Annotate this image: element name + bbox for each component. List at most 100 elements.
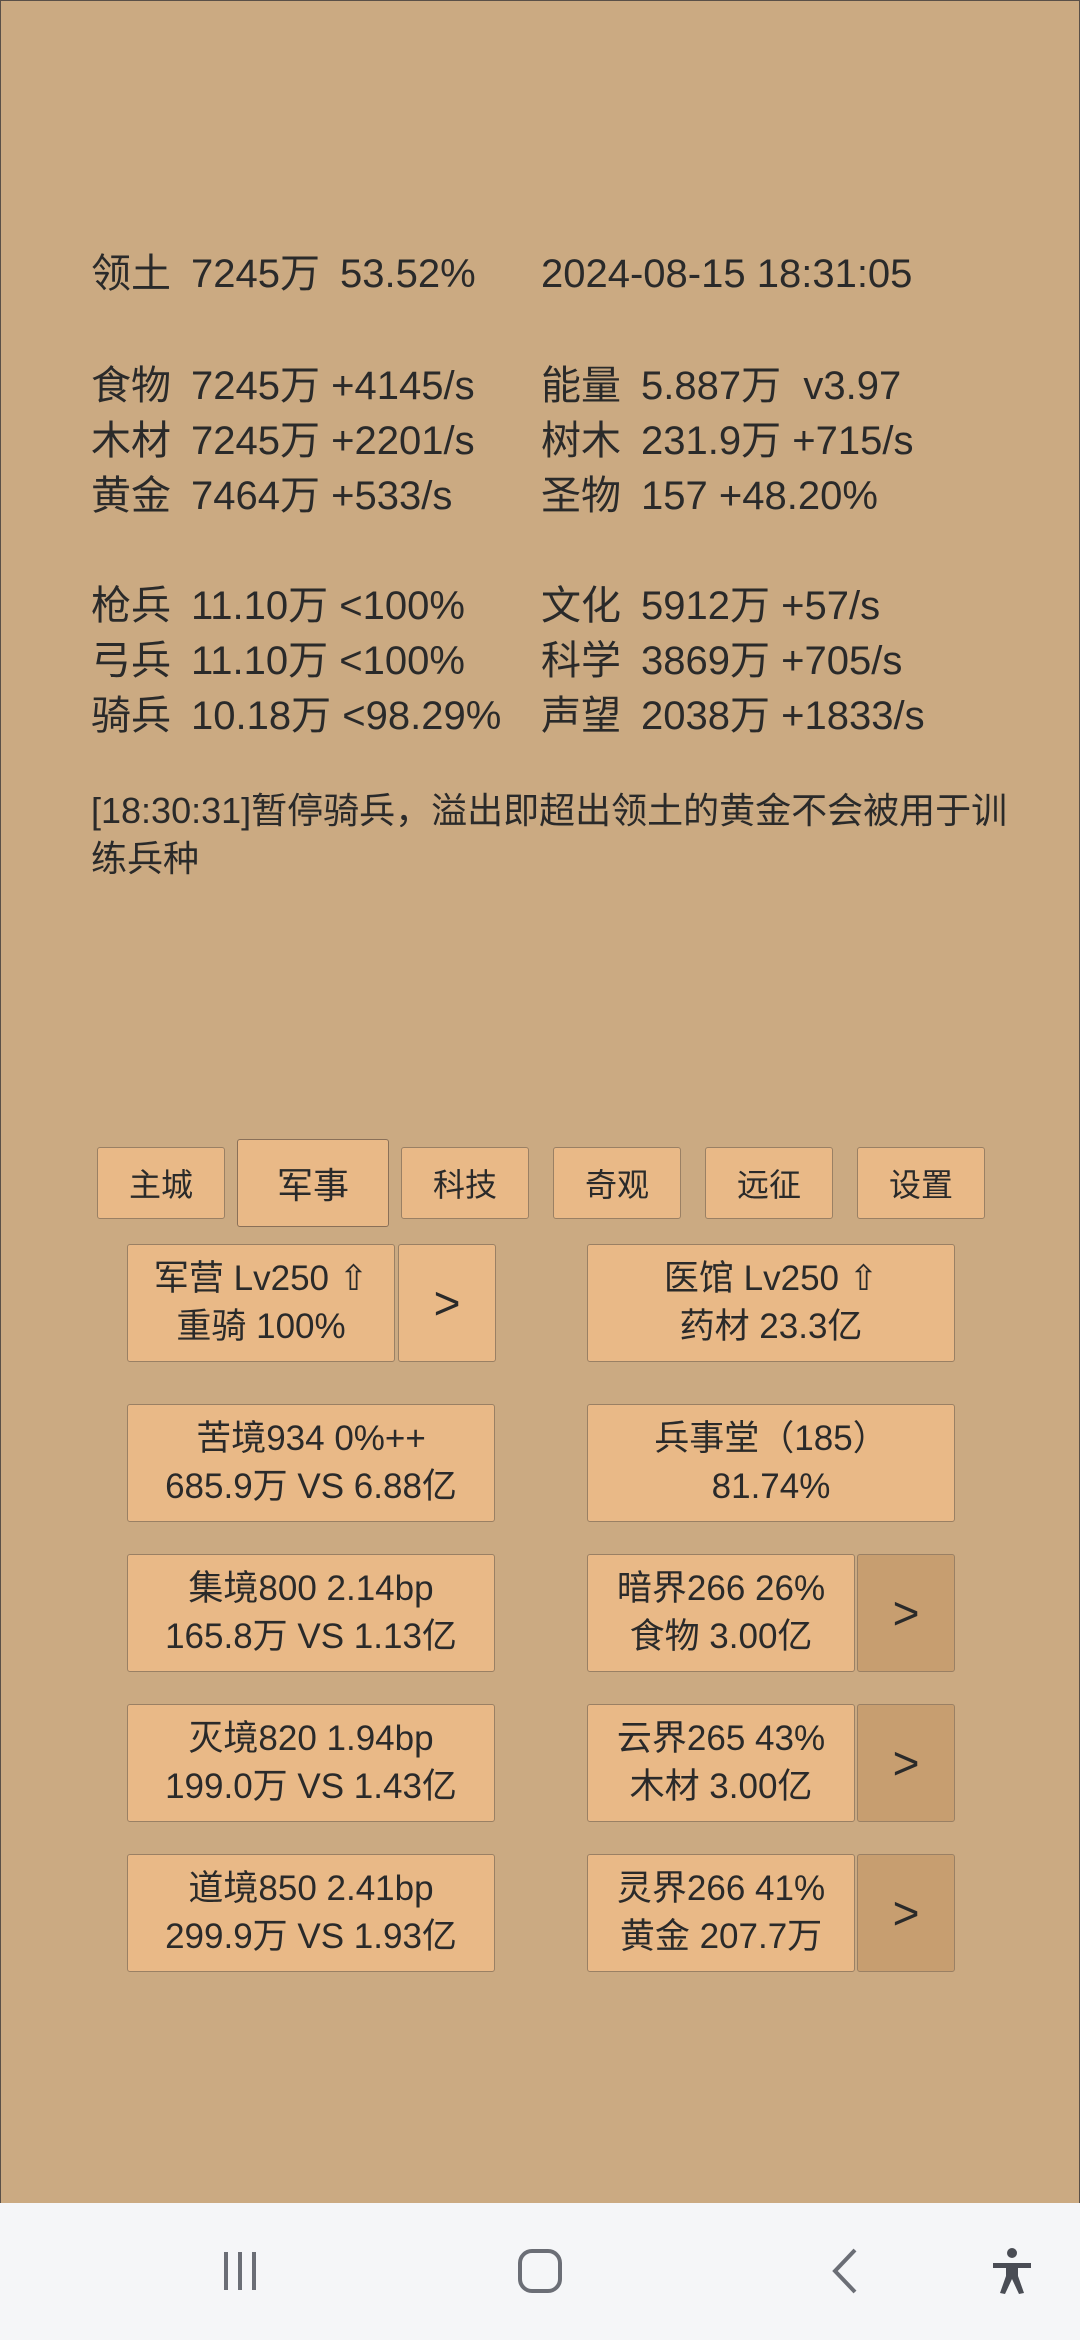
gather-realm-button[interactable]: 集境800 2.14bp 165.8万 VS 1.13亿 xyxy=(127,1554,495,1672)
barracks-button[interactable]: 军营 Lv250 ⇧ 重骑 100% xyxy=(127,1244,395,1362)
troop-value: 11.10万 xyxy=(191,639,329,683)
cloud-realm-button[interactable]: 云界265 43% 木材 3.00亿 xyxy=(587,1704,855,1822)
resource-value: 157 xyxy=(641,474,708,518)
stat-label: 科学 xyxy=(541,639,621,683)
tab-wonders[interactable]: 奇观 xyxy=(553,1147,681,1219)
stat-value: 2038万 xyxy=(641,694,770,738)
resource-value: 7464万 xyxy=(191,474,320,518)
barracks-arrow-button[interactable]: > xyxy=(398,1244,496,1362)
spirit-realm-arrow-button[interactable]: > xyxy=(857,1854,955,1972)
dark-realm-button[interactable]: 暗界266 26% 食物 3.00亿 xyxy=(587,1554,855,1672)
stat-value: 5912万 xyxy=(641,584,770,628)
troop-value: 11.10万 xyxy=(191,584,329,628)
stat-row-science: 科学 3869万 +705/s xyxy=(541,636,902,686)
gather-title: 集境800 2.14bp xyxy=(188,1569,434,1608)
hardship-realm-button[interactable]: 苦境934 0%++ 685.9万 VS 6.88亿 xyxy=(127,1404,495,1522)
stat-row-culture: 文化 5912万 +57/s xyxy=(541,581,880,631)
recents-icon[interactable] xyxy=(210,2241,270,2301)
military-hall-detail: 81.74% xyxy=(711,1467,831,1506)
troop-row-spearmen: 枪兵 11.10万 <100% xyxy=(91,581,465,631)
troop-rate: <100% xyxy=(339,584,465,628)
territory-value: 7245万 xyxy=(191,252,320,296)
cloud-realm-detail: 木材 3.00亿 xyxy=(629,1767,813,1806)
military-hall-title: 兵事堂（185） xyxy=(654,1419,888,1458)
tab-settings[interactable]: 设置 xyxy=(857,1147,985,1219)
troop-label: 弓兵 xyxy=(91,639,171,683)
accessibility-icon[interactable] xyxy=(982,2241,1042,2301)
resource-value: 7245万 xyxy=(191,364,320,408)
troop-label: 枪兵 xyxy=(91,584,171,628)
datetime: 2024-08-15 18:31:05 xyxy=(541,252,913,296)
hospital-button[interactable]: 医馆 Lv250 ⇧ 药材 23.3亿 xyxy=(587,1244,955,1362)
territory-label: 领土 xyxy=(91,252,171,296)
resource-row-energy: 能量 5.887万 v3.97 xyxy=(541,361,901,411)
resource-row-relics: 圣物 157 +48.20% xyxy=(541,471,878,521)
territory-row: 领土 7245万 53.52% xyxy=(91,249,476,299)
stat-rate: +705/s xyxy=(781,639,903,683)
stat-rate: +1833/s xyxy=(781,694,925,738)
resource-row-trees: 树木 231.9万 +715/s xyxy=(541,416,913,466)
resource-rate: +48.20% xyxy=(718,474,878,518)
resource-row-food: 食物 7245万 +4145/s xyxy=(91,361,475,411)
spirit-realm-detail: 黄金 207.7万 xyxy=(619,1917,823,1956)
resource-label: 木材 xyxy=(91,419,171,463)
tab-military[interactable]: 军事 xyxy=(237,1139,389,1227)
stat-value: 3869万 xyxy=(641,639,770,683)
cloud-realm-title: 云界265 43% xyxy=(616,1719,826,1758)
log-message: [18:30:31]暂停骑兵，溢出即超出领土的黄金不会被用于训练兵种 xyxy=(91,790,1008,879)
system-navigation-bar xyxy=(0,2203,1080,2340)
tab-expedition[interactable]: 远征 xyxy=(705,1147,833,1219)
dark-realm-detail: 食物 3.00亿 xyxy=(629,1617,813,1656)
stat-label: 文化 xyxy=(541,584,621,628)
resource-value: 5.887万 xyxy=(641,364,782,408)
dao-realm-button[interactable]: 道境850 2.41bp 299.9万 VS 1.93亿 xyxy=(127,1854,495,1972)
resource-rate: +2201/s xyxy=(331,419,475,463)
resource-rate: +533/s xyxy=(331,474,453,518)
territory-pct: 53.52% xyxy=(339,252,476,296)
resource-row-wood: 木材 7245万 +2201/s xyxy=(91,416,475,466)
resource-value: 7245万 xyxy=(191,419,320,463)
resource-rate: v3.97 xyxy=(803,364,902,408)
troop-label: 骑兵 xyxy=(91,694,171,738)
resource-label: 黄金 xyxy=(91,474,171,518)
hardship-detail: 685.9万 VS 6.88亿 xyxy=(165,1467,457,1506)
troop-value: 10.18万 xyxy=(191,694,332,738)
resource-value: 231.9万 xyxy=(641,419,782,463)
troop-row-archers: 弓兵 11.10万 <100% xyxy=(91,636,465,686)
destroy-detail: 199.0万 VS 1.43亿 xyxy=(165,1767,457,1806)
tab-main-city[interactable]: 主城 xyxy=(97,1147,225,1219)
resource-label: 树木 xyxy=(541,419,621,463)
resource-label: 能量 xyxy=(541,364,621,408)
home-icon[interactable] xyxy=(510,2241,570,2301)
barracks-detail: 重骑 100% xyxy=(176,1307,346,1346)
stat-rate: +57/s xyxy=(781,584,881,628)
back-icon[interactable] xyxy=(816,2241,876,2301)
hospital-title: 医馆 Lv250 ⇧ xyxy=(663,1259,879,1298)
resource-label: 圣物 xyxy=(541,474,621,518)
cloud-realm-arrow-button[interactable]: > xyxy=(857,1704,955,1822)
troop-rate: <100% xyxy=(339,639,465,683)
destroy-realm-button[interactable]: 灭境820 1.94bp 199.0万 VS 1.43亿 xyxy=(127,1704,495,1822)
stat-row-prestige: 声望 2038万 +1833/s xyxy=(541,691,925,741)
resource-rate: +715/s xyxy=(792,419,914,463)
dao-detail: 299.9万 VS 1.93亿 xyxy=(165,1917,457,1956)
hospital-detail: 药材 23.3亿 xyxy=(679,1307,863,1346)
resource-row-gold: 黄金 7464万 +533/s xyxy=(91,471,452,521)
resource-rate: +4145/s xyxy=(331,364,475,408)
troop-rate: <98.29% xyxy=(342,694,502,738)
destroy-title: 灭境820 1.94bp xyxy=(188,1719,434,1758)
resource-label: 食物 xyxy=(91,364,171,408)
game-screen: 领土 7245万 53.52% 2024-08-15 18:31:05 食物 7245… xyxy=(0,0,1080,2204)
gather-detail: 165.8万 VS 1.13亿 xyxy=(165,1617,457,1656)
tab-technology[interactable]: 科技 xyxy=(401,1147,529,1219)
hardship-title: 苦境934 0%++ xyxy=(196,1419,426,1458)
barracks-title: 军营 Lv250 ⇧ xyxy=(153,1259,369,1298)
dark-realm-arrow-button[interactable]: > xyxy=(857,1554,955,1672)
military-hall-button[interactable]: 兵事堂（185） 81.74% xyxy=(587,1404,955,1522)
dao-title: 道境850 2.41bp xyxy=(188,1869,434,1908)
troop-row-cavalry: 骑兵 10.18万 <98.29% xyxy=(91,691,501,741)
spirit-realm-button[interactable]: 灵界266 41% 黄金 207.7万 xyxy=(587,1854,855,1972)
stat-label: 声望 xyxy=(541,694,621,738)
dark-realm-title: 暗界266 26% xyxy=(616,1569,826,1608)
spirit-realm-title: 灵界266 41% xyxy=(616,1869,826,1908)
